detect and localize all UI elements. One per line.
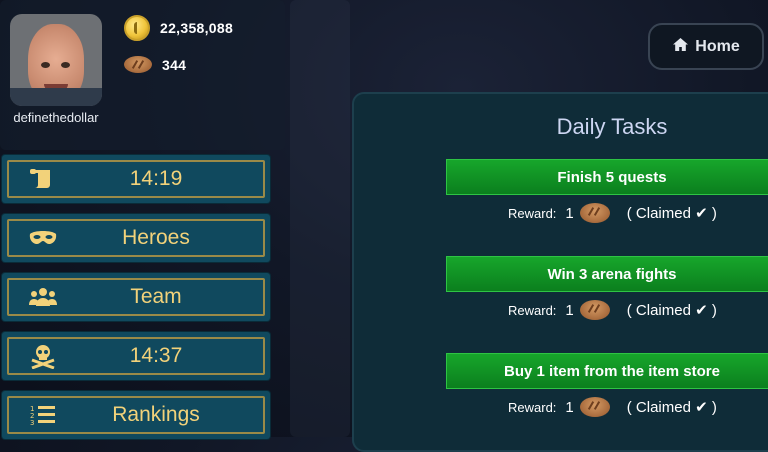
- reward-amount: 1: [565, 398, 574, 416]
- task-button[interactable]: Win 3 arena fights: [446, 256, 768, 292]
- bread-counter: 344: [124, 56, 186, 73]
- avatar-eye: [41, 62, 50, 68]
- bread-icon: [579, 300, 610, 320]
- main-menu: 14:19 Heroes Team 14:37 123 Rankings: [2, 155, 270, 450]
- task-reward-row: Reward: 1 ( Claimed ✔ ): [446, 298, 768, 322]
- svg-text:3: 3: [30, 419, 34, 427]
- claimed-status: ( Claimed ✔ ): [626, 399, 717, 416]
- menu-item-pvp[interactable]: 14:37: [2, 332, 270, 380]
- menu-item-label: Heroes: [122, 226, 190, 249]
- menu-item-team[interactable]: Team: [2, 273, 270, 321]
- reward-label: Reward:: [508, 302, 557, 318]
- reward-amount: 1: [565, 204, 574, 222]
- task-name: Buy 1 item from the item store: [504, 362, 720, 380]
- claimed-status: ( Claimed ✔ ): [626, 302, 717, 319]
- gold-amount: 22,358,088: [160, 20, 234, 36]
- task-name: Finish 5 quests: [557, 168, 667, 186]
- home-button[interactable]: Home: [648, 23, 764, 70]
- menu-item-label: 14:19: [129, 167, 183, 190]
- daily-tasks-title: Daily Tasks: [556, 114, 668, 139]
- home-button-label: Home: [695, 37, 740, 55]
- bread-amount: 344: [162, 56, 187, 73]
- menu-item-label: Rankings: [112, 403, 200, 426]
- bread-icon: [579, 397, 610, 417]
- claimed-status: ( Claimed ✔ ): [626, 205, 717, 222]
- bread-icon: [124, 56, 152, 73]
- username: definethedollar: [13, 110, 99, 125]
- avatar[interactable]: [10, 14, 102, 106]
- task-reward-row: Reward: 1 ( Claimed ✔ ): [446, 395, 768, 419]
- menu-item-heroes[interactable]: Heroes: [2, 214, 270, 262]
- reward-label: Reward:: [508, 399, 557, 415]
- avatar-eye: [61, 62, 70, 68]
- reward-label: Reward:: [508, 205, 557, 221]
- task-name: Win 3 arena fights: [547, 265, 677, 283]
- task-button[interactable]: Buy 1 item from the item store: [446, 353, 768, 389]
- task-reward-row: Reward: 1 ( Claimed ✔ ): [446, 201, 768, 225]
- menu-item-rankings[interactable]: 123 Rankings: [2, 391, 270, 439]
- reward-amount: 1: [565, 301, 574, 319]
- gold-counter: 22,358,088: [124, 15, 233, 41]
- gold-coin-icon: [124, 15, 150, 41]
- home-icon: [672, 37, 689, 57]
- background-scenery: [290, 0, 350, 437]
- task-button[interactable]: Finish 5 quests: [446, 159, 768, 195]
- menu-item-quests[interactable]: 14:19: [2, 155, 270, 203]
- menu-item-label: Team: [130, 285, 182, 308]
- avatar-shirt: [10, 88, 102, 106]
- bread-icon: [579, 203, 610, 223]
- menu-item-label: 14:37: [129, 344, 183, 367]
